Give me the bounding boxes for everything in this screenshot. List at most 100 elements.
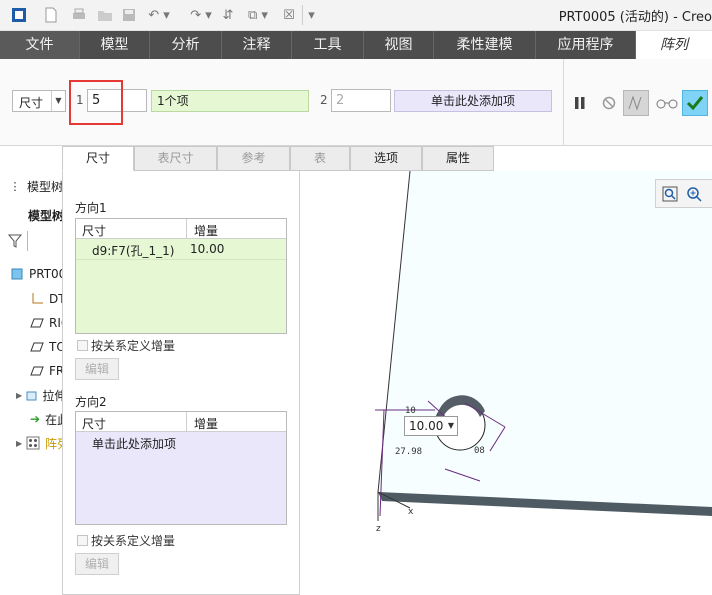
direction2-edit-button[interactable]: 编辑: [75, 553, 119, 575]
chevron-down-icon[interactable]: ▼: [448, 417, 454, 435]
tab-pattern[interactable]: 阵列: [636, 31, 712, 59]
pattern-icon: [26, 436, 40, 450]
model-viewport: 10 27.98 08 z x: [375, 171, 712, 534]
coordinate-system-icon: [30, 292, 44, 306]
direction1-edit-button[interactable]: 编辑: [75, 358, 119, 380]
direction2-count-input[interactable]: 2: [331, 89, 391, 112]
direction2-items-collector[interactable]: 单击此处添加项: [394, 90, 552, 112]
highlight-annotation: [69, 80, 123, 125]
undo-icon[interactable]: ↶ ▾: [142, 5, 176, 25]
increment-popup-value: 10.00: [409, 419, 444, 433]
app-logo-icon[interactable]: [8, 5, 30, 25]
insert-arrow-icon: ➔: [30, 412, 41, 426]
chevron-down-icon[interactable]: ▼: [51, 91, 65, 111]
column-divider: [186, 219, 187, 239]
svg-text:z: z: [376, 524, 381, 534]
direction2-relation-checkbox[interactable]: 按关系定义增量: [77, 532, 175, 549]
direction1-title: 方向1: [75, 201, 107, 215]
model-tree: ⋮ 模型树 模型树 PRT0005.PRT DTM RIGHT TOP FRON…: [0, 171, 92, 595]
column-header-dimension: 尺寸: [82, 417, 107, 431]
graphics-window[interactable]: 10 27.98 08 z x: [300, 171, 712, 595]
direction2-title: 方向2: [75, 395, 107, 409]
direction1-dimension-table[interactable]: 尺寸 增量 d9:F7(孔_1_1) 10.00: [75, 218, 287, 334]
column-divider: [186, 412, 187, 432]
checkbox-label: 按关系定义增量: [91, 339, 176, 353]
tab-flexible-modeling[interactable]: 柔性建模: [434, 31, 536, 59]
datum-plane-icon: [30, 316, 44, 330]
datum-plane-icon: [30, 340, 44, 354]
add-item-placeholder: 单击此处添加项: [92, 437, 177, 451]
table-header: 尺寸 增量: [76, 219, 286, 239]
no-preview-icon[interactable]: [596, 90, 622, 116]
subtab-references[interactable]: 参考: [217, 146, 290, 171]
expand-arrow-icon[interactable]: ▶: [16, 439, 26, 448]
verify-glasses-icon[interactable]: [654, 90, 680, 116]
direction1-items-collector[interactable]: 1个项: [151, 90, 309, 112]
direction1-relation-checkbox[interactable]: 按关系定义增量: [77, 337, 175, 354]
tree-search-input[interactable]: [27, 231, 67, 251]
table-header: 尺寸 增量: [76, 412, 286, 432]
tab-view[interactable]: 视图: [364, 31, 434, 59]
ribbon-tab-bar: 文件 模型 分析 注释 工具 视图 柔性建模 应用程序 阵列: [0, 31, 712, 59]
pattern-dashboard: 尺寸 ▼ 1 5 1个项 2 2 单击此处添加项: [0, 59, 712, 146]
geometry-preview-icon[interactable]: [623, 90, 649, 116]
zoom-in-icon[interactable]: [684, 184, 704, 204]
zoom-fit-icon[interactable]: [660, 184, 680, 204]
tab-model[interactable]: 模型: [80, 31, 150, 59]
windows-icon[interactable]: ⧉ ▾: [240, 5, 276, 25]
subtab-options[interactable]: 选项: [350, 146, 422, 171]
save-icon[interactable]: [118, 5, 140, 25]
dim-annotation-1: 10: [405, 406, 416, 416]
checkbox-label: 按关系定义增量: [91, 534, 176, 548]
filter-icon[interactable]: [8, 234, 22, 248]
direction2-dimension-table[interactable]: 尺寸 增量 单击此处添加项: [75, 411, 287, 525]
checkbox-box[interactable]: [77, 535, 88, 546]
tab-analysis[interactable]: 分析: [150, 31, 222, 59]
subtab-properties[interactable]: 属性: [422, 146, 494, 171]
regenerate-icon[interactable]: ⇵: [218, 5, 238, 25]
column-header-dimension: 尺寸: [82, 224, 107, 238]
expand-arrow-icon[interactable]: ▶: [16, 391, 24, 400]
pattern-type-value: 尺寸: [19, 96, 44, 110]
svg-text:x: x: [408, 507, 414, 517]
redo-icon[interactable]: ↷ ▾: [184, 5, 218, 25]
subtab-table-dimensions[interactable]: 表尺寸: [134, 146, 217, 171]
dim-annotation-3: 08: [474, 446, 485, 456]
pattern-type-select[interactable]: 尺寸 ▼: [12, 90, 66, 112]
datum-plane-icon: [30, 364, 44, 378]
new-file-icon[interactable]: [40, 5, 62, 25]
tree-filter[interactable]: [8, 231, 70, 251]
subtab-table[interactable]: 表: [290, 146, 350, 171]
divider: [563, 59, 564, 146]
model-tree-title-row: ⋮ 模型树: [8, 176, 70, 196]
subtab-dimensions[interactable]: 尺寸: [62, 146, 134, 171]
model-tree-title: 模型树: [27, 179, 64, 194]
confirm-check-icon[interactable]: [682, 90, 708, 116]
row-dimension: d9:F7(孔_1_1): [92, 244, 175, 258]
customize-toolbar-icon[interactable]: ▾: [302, 5, 320, 25]
print-icon[interactable]: [68, 5, 90, 25]
open-folder-icon[interactable]: [94, 5, 116, 25]
dimensions-panel: 方向1 尺寸 增量 d9:F7(孔_1_1) 10.00 按关系定义增量 编辑 …: [62, 171, 300, 595]
tab-annotate[interactable]: 注释: [222, 31, 292, 59]
close-window-icon[interactable]: ☒: [280, 5, 298, 25]
table-row[interactable]: d9:F7(孔_1_1) 10.00: [76, 239, 286, 260]
checkbox-box[interactable]: [77, 340, 88, 351]
row-increment[interactable]: 10.00: [190, 242, 224, 256]
tab-file[interactable]: 文件: [0, 31, 80, 59]
add-item-row[interactable]: 单击此处添加项: [76, 432, 286, 453]
increment-value-popup[interactable]: 10.00 ▼: [404, 416, 458, 436]
plate-face: [378, 171, 712, 507]
window-title: PRT0005 (活动的) - Creo: [558, 10, 712, 25]
tab-tools[interactable]: 工具: [292, 31, 364, 59]
part-icon: [10, 267, 24, 281]
column-header-increment: 增量: [194, 417, 219, 431]
tree-structure-icon: ⋮: [9, 179, 21, 193]
pause-icon[interactable]: [567, 90, 593, 116]
column-header-increment: 增量: [194, 224, 219, 238]
dim-annotation-2: 27.98: [395, 447, 422, 457]
extrude-icon: [24, 388, 38, 402]
title-bar: ↶ ▾ ↷ ▾ ⇵ ⧉ ▾ ☒ ▾ PRT0005 (活动的) - Creo: [0, 0, 712, 31]
tab-applications[interactable]: 应用程序: [536, 31, 636, 59]
dashboard-subtabs: 尺寸 表尺寸 参考 表 选项 属性: [62, 146, 494, 171]
